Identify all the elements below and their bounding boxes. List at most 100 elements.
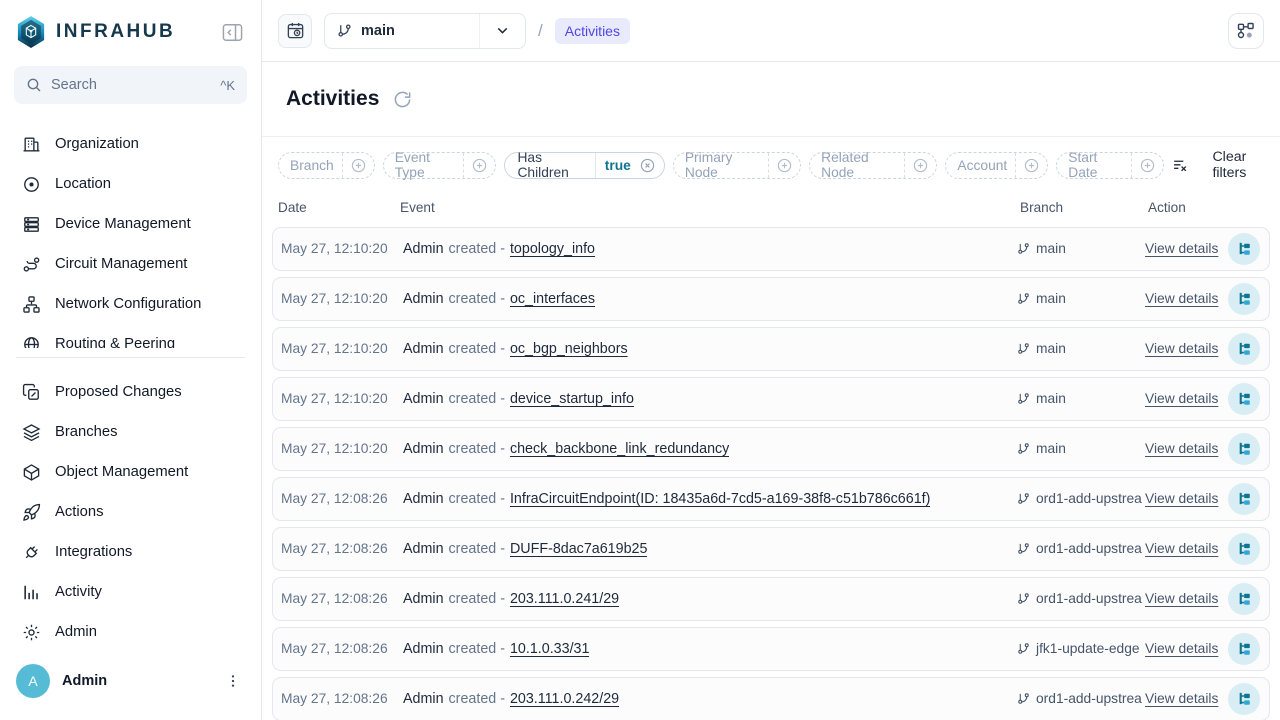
sidebar-item-organization[interactable]: Organization xyxy=(12,124,249,164)
sidebar-item-branches[interactable]: Branches xyxy=(12,412,249,452)
plus-circle-icon[interactable] xyxy=(1131,153,1163,178)
git-branch-icon xyxy=(1017,342,1030,355)
row-date: May 27, 12:10:20 xyxy=(281,391,403,406)
row-object-link[interactable]: oc_bgp_neighbors xyxy=(510,341,628,357)
page-title: Activities xyxy=(286,87,379,111)
filter-value: true xyxy=(595,153,637,178)
plus-circle-icon[interactable] xyxy=(342,153,374,178)
row-actor: Admin xyxy=(403,441,444,457)
sidebar-item-network-configuration[interactable]: Network Configuration xyxy=(12,284,249,324)
row-object-link[interactable]: 10.1.0.33/31 xyxy=(510,641,590,657)
view-details-link[interactable]: View details xyxy=(1145,641,1218,656)
view-details-link[interactable]: View details xyxy=(1145,541,1218,556)
row-verb: created - xyxy=(449,391,505,407)
row-actions: View details xyxy=(1145,433,1261,465)
user-menu[interactable]: A Admin xyxy=(0,652,261,720)
view-details-link[interactable]: View details xyxy=(1145,391,1218,406)
user-kebab-button[interactable] xyxy=(221,669,245,693)
row-branch-name: main xyxy=(1036,391,1066,406)
sidebar-item-integrations[interactable]: Integrations xyxy=(12,532,249,572)
related-tree-button[interactable] xyxy=(1228,283,1260,315)
list-tree-icon xyxy=(1236,640,1253,657)
plus-circle-icon[interactable] xyxy=(463,153,495,178)
row-object-link[interactable]: DUFF-8dac7a619b25 xyxy=(510,541,648,557)
refresh-icon xyxy=(393,90,412,109)
filter-x-icon xyxy=(1172,157,1189,174)
row-actions: View details xyxy=(1145,233,1261,265)
sidebar-item-circuit-management[interactable]: Circuit Management xyxy=(12,244,249,284)
view-details-link[interactable]: View details xyxy=(1145,341,1218,356)
view-details-link[interactable]: View details xyxy=(1145,291,1218,306)
git-branch-icon xyxy=(1017,592,1030,605)
search-input[interactable]: Search ^K xyxy=(14,66,247,104)
search-icon xyxy=(26,77,42,93)
filter-chip-has-children: Has Children true xyxy=(504,152,664,179)
related-tree-button[interactable] xyxy=(1228,433,1260,465)
row-branch-name: main xyxy=(1036,291,1066,306)
row-object-link[interactable]: 203.111.0.241/29 xyxy=(510,591,619,607)
row-object-link[interactable]: check_backbone_link_redundancy xyxy=(510,441,729,457)
row-object-link[interactable]: device_startup_info xyxy=(510,391,634,407)
row-event: Admin created - DUFF-8dac7a619b25 xyxy=(403,541,1017,557)
sidebar-item-location[interactable]: Location xyxy=(12,164,249,204)
row-verb: created - xyxy=(449,541,505,557)
row-branch: main xyxy=(1017,291,1145,306)
sidebar-item-object-management[interactable]: Object Management xyxy=(12,452,249,492)
building-icon xyxy=(22,135,41,154)
git-branch-icon xyxy=(1017,642,1030,655)
row-branch: ord1-add-upstrea xyxy=(1017,591,1145,606)
filter-chip-event-type[interactable]: Event Type xyxy=(383,152,497,179)
plus-circle-icon[interactable] xyxy=(768,153,800,178)
row-object-link[interactable]: topology_info xyxy=(510,241,595,257)
plus-circle-icon[interactable] xyxy=(904,153,936,178)
filter-chip-primary-node[interactable]: Primary Node xyxy=(673,152,801,179)
view-details-link[interactable]: View details xyxy=(1145,441,1218,456)
related-tree-button[interactable] xyxy=(1228,333,1260,365)
related-tree-button[interactable] xyxy=(1228,683,1260,715)
filter-chip-account[interactable]: Account xyxy=(945,152,1048,179)
sidebar-item-routing-peering[interactable]: Routing & Peering xyxy=(12,324,249,348)
git-branch-icon xyxy=(1017,492,1030,505)
row-branch: ord1-add-upstrea xyxy=(1017,691,1145,706)
related-tree-button[interactable] xyxy=(1228,533,1260,565)
row-object-link[interactable]: oc_interfaces xyxy=(510,291,595,307)
sidebar-item-proposed-changes[interactable]: Proposed Changes xyxy=(12,372,249,412)
git-branch-icon xyxy=(337,23,352,38)
related-tree-button[interactable] xyxy=(1228,633,1260,665)
server-icon xyxy=(22,215,41,234)
related-tree-button[interactable] xyxy=(1228,383,1260,415)
clear-filters-button[interactable]: Clear filters xyxy=(1172,149,1262,181)
view-details-link[interactable]: View details xyxy=(1145,241,1218,256)
related-tree-button[interactable] xyxy=(1228,483,1260,515)
related-tree-button[interactable] xyxy=(1228,583,1260,615)
related-tree-button[interactable] xyxy=(1228,233,1260,265)
sidebar-item-label: Device Management xyxy=(55,216,191,232)
filter-chip-related-node[interactable]: Related Node xyxy=(809,152,937,179)
schema-graph-button[interactable] xyxy=(1228,13,1264,49)
sidebar-item-label: Routing & Peering xyxy=(55,336,175,348)
refresh-button[interactable] xyxy=(391,88,414,111)
time-travel-button[interactable] xyxy=(278,14,312,48)
remove-filter-icon[interactable] xyxy=(637,153,664,178)
plus-circle-icon[interactable] xyxy=(1015,153,1047,178)
view-details-link[interactable]: View details xyxy=(1145,591,1218,606)
filter-chip-start-date[interactable]: Start Date xyxy=(1056,152,1164,179)
sidebar-item-device-management[interactable]: Device Management xyxy=(12,204,249,244)
sidebar-item-label: Actions xyxy=(55,504,104,520)
row-object-link[interactable]: InfraCircuitEndpoint(ID: 18435a6d-7cd5-a… xyxy=(510,491,930,507)
sidebar-item-label: Network Configuration xyxy=(55,296,201,312)
sidebar-item-activity[interactable]: Activity xyxy=(12,572,249,612)
branch-selector[interactable]: main xyxy=(324,13,526,49)
sidebar-item-admin[interactable]: Admin xyxy=(12,612,249,652)
breadcrumb-current[interactable]: Activities xyxy=(555,18,630,44)
filter-chip-branch[interactable]: Branch xyxy=(278,152,375,179)
row-date: May 27, 12:08:26 xyxy=(281,641,403,656)
sidebar: INFRAHUB Search ^K Organization Location… xyxy=(0,0,262,720)
row-object-link[interactable]: 203.111.0.242/29 xyxy=(510,691,619,707)
view-details-link[interactable]: View details xyxy=(1145,691,1218,706)
rocket-icon xyxy=(22,503,41,522)
sidebar-item-actions[interactable]: Actions xyxy=(12,492,249,532)
sidebar-collapse-button[interactable] xyxy=(219,19,245,45)
column-header-action: Action xyxy=(1148,200,1264,215)
view-details-link[interactable]: View details xyxy=(1145,491,1218,506)
